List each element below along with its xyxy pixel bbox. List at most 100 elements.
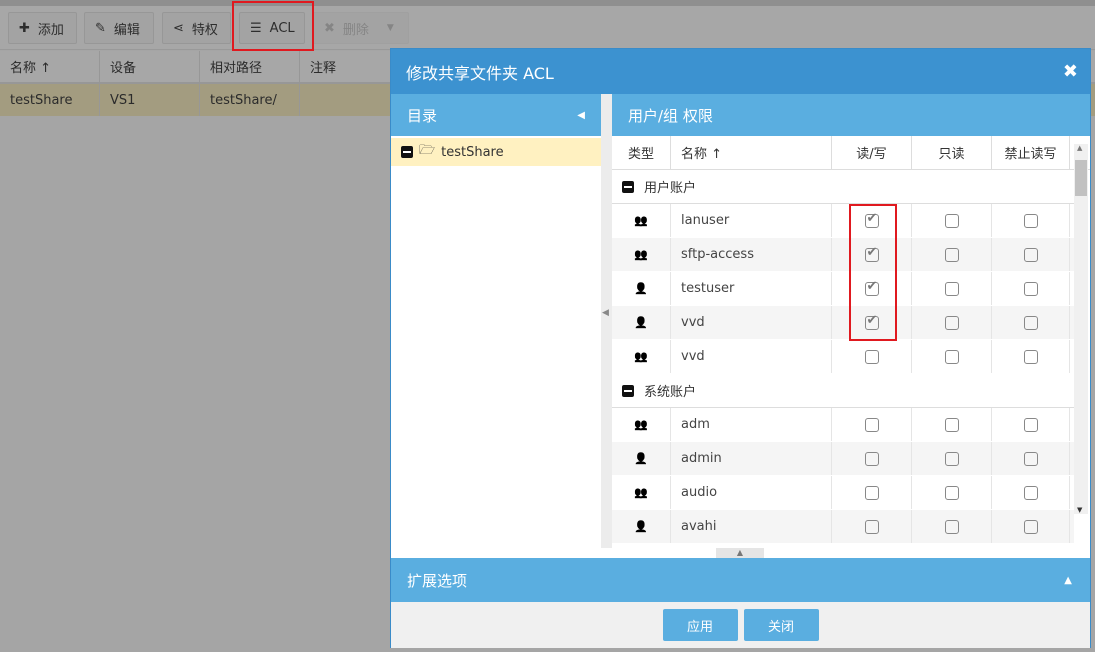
ro-cell (912, 442, 992, 475)
col-path[interactable]: 相对路径 (200, 51, 300, 82)
deny-checkbox[interactable] (1024, 520, 1038, 534)
name-cell: lanuser (671, 204, 832, 237)
deny-cell (992, 306, 1070, 339)
chevron-up-icon[interactable]: ▲ (1064, 575, 1072, 586)
tree-item[interactable]: 🗁testShare (391, 138, 601, 166)
deny-checkbox[interactable] (1024, 486, 1038, 500)
scrollbar-thumb[interactable] (1075, 160, 1087, 196)
add-button[interactable]: ✚添加 (8, 12, 77, 44)
deny-cell (992, 340, 1070, 373)
ro-checkbox[interactable] (945, 282, 959, 296)
apply-button[interactable]: 应用 (663, 609, 738, 641)
rw-cell (832, 340, 912, 373)
rw-checkbox[interactable] (865, 486, 879, 500)
col-device[interactable]: 设备 (100, 51, 200, 82)
expand-up-handle[interactable]: ▲ (716, 548, 764, 558)
user-icon: 👤 (634, 452, 648, 465)
col-ro[interactable]: 只读 (912, 136, 992, 169)
list-item[interactable]: 👥sftp-access (612, 238, 1074, 272)
deny-checkbox[interactable] (1024, 418, 1038, 432)
col-deny[interactable]: 禁止读写 (992, 136, 1070, 169)
list-item[interactable]: 👤vvd (612, 306, 1074, 340)
rw-cell (832, 408, 912, 441)
collapse-icon[interactable] (622, 385, 634, 397)
deny-checkbox[interactable] (1024, 350, 1038, 364)
ro-cell (912, 510, 992, 543)
rw-checkbox[interactable] (865, 520, 879, 534)
rw-checkbox[interactable] (865, 316, 879, 330)
directory-title: 目录 (407, 105, 437, 126)
ro-checkbox[interactable] (945, 452, 959, 466)
list-item[interactable]: 👤avahi (612, 510, 1074, 544)
ro-cell (912, 408, 992, 441)
list-item[interactable]: 👥vvd (612, 340, 1074, 374)
rw-checkbox[interactable] (865, 418, 879, 432)
ro-checkbox[interactable] (945, 316, 959, 330)
rw-checkbox[interactable] (865, 248, 879, 262)
col-name[interactable]: 名称 ↑ (0, 51, 100, 82)
type-cell: 👥 (612, 204, 671, 237)
rw-cell (832, 510, 912, 543)
directory-header: 目录 ◀ (391, 94, 601, 136)
type-cell: 👤 (612, 272, 671, 305)
group-header[interactable]: 用户账户 (612, 170, 1074, 204)
list-item[interactable]: 👤admin (612, 442, 1074, 476)
col-comment[interactable]: 注释 (300, 51, 400, 82)
group-rows: 👥adm👤admin👥audio👤avahi (612, 408, 1074, 544)
rw-cell (832, 204, 912, 237)
ro-checkbox[interactable] (945, 350, 959, 364)
col-rw[interactable]: 读/写 (832, 136, 912, 169)
collapse-icon[interactable] (622, 181, 634, 193)
rw-checkbox[interactable] (865, 350, 879, 364)
deny-cell (992, 408, 1070, 441)
collapse-icon[interactable] (401, 146, 413, 158)
privilege-button[interactable]: ⋖特权 (162, 12, 231, 44)
permissions-panel: 用户/组 权限 类型 名称 ↑ 读/写 只读 禁止读写 用户账户 👥 lanuser… (612, 94, 1090, 548)
chevron-down-icon[interactable]: ▼ (387, 23, 394, 33)
rw-checkbox[interactable] (865, 452, 879, 466)
splitter[interactable]: ◀ (601, 94, 612, 548)
close-button[interactable]: 关闭 (744, 609, 819, 641)
ro-cell (912, 340, 992, 373)
deny-cell (992, 476, 1070, 509)
deny-checkbox[interactable] (1024, 248, 1038, 262)
close-icon[interactable]: ✖ (1063, 61, 1078, 82)
folder-open-icon: 🗁 (419, 141, 435, 163)
name-cell: adm (671, 408, 832, 441)
deny-cell (992, 272, 1070, 305)
pencil-icon: ✎ (95, 21, 106, 36)
rw-checkbox[interactable] (865, 214, 879, 228)
list-item[interactable]: 👥adm (612, 408, 1074, 442)
ro-checkbox[interactable] (945, 248, 959, 262)
deny-checkbox[interactable] (1024, 452, 1038, 466)
rw-cell (832, 476, 912, 509)
acl-button[interactable]: ☰ACL (239, 12, 305, 44)
rw-checkbox[interactable] (865, 282, 879, 296)
rw-cell (832, 272, 912, 305)
list-item[interactable]: 👥 lanuser (612, 204, 1074, 238)
permissions-header: 用户/组 权限 (612, 94, 1090, 136)
collapse-left-icon[interactable]: ◀ (577, 110, 585, 121)
name-cell: vvd (671, 340, 832, 373)
permissions-list: 用户账户👥lanuser👥sftp-access👤testuser👤vvd👥vv… (612, 170, 1074, 544)
extended-options-bar[interactable]: 扩展选项▲ (391, 558, 1090, 602)
acl-dialog: 修改共享文件夹 ACL✖ 目录◀ 🗁testShare ◀ 用户/组 权限 类型… (390, 48, 1091, 648)
list-item[interactable]: 👥audio (612, 476, 1074, 510)
ro-checkbox[interactable] (945, 520, 959, 534)
list-item[interactable]: 👤testuser (612, 272, 1074, 306)
name-cell: testuser (671, 272, 832, 305)
ro-checkbox[interactable] (945, 418, 959, 432)
ro-checkbox[interactable] (945, 486, 959, 500)
group-header[interactable]: 系统账户 (612, 374, 1074, 408)
scrollbar[interactable]: ▲▼ (1074, 144, 1088, 514)
group-icon: 👥 (634, 214, 648, 227)
col-type[interactable]: 类型 (612, 136, 671, 169)
deny-checkbox[interactable] (1024, 282, 1038, 296)
rw-cell (832, 442, 912, 475)
ro-checkbox[interactable] (945, 214, 959, 228)
deny-checkbox[interactable] (1024, 316, 1038, 330)
deny-checkbox[interactable] (1024, 214, 1038, 228)
delete-button[interactable]: ✖删除▼ (313, 12, 409, 44)
edit-button[interactable]: ✎编辑 (84, 12, 154, 44)
col-name[interactable]: 名称 ↑ (671, 136, 832, 169)
